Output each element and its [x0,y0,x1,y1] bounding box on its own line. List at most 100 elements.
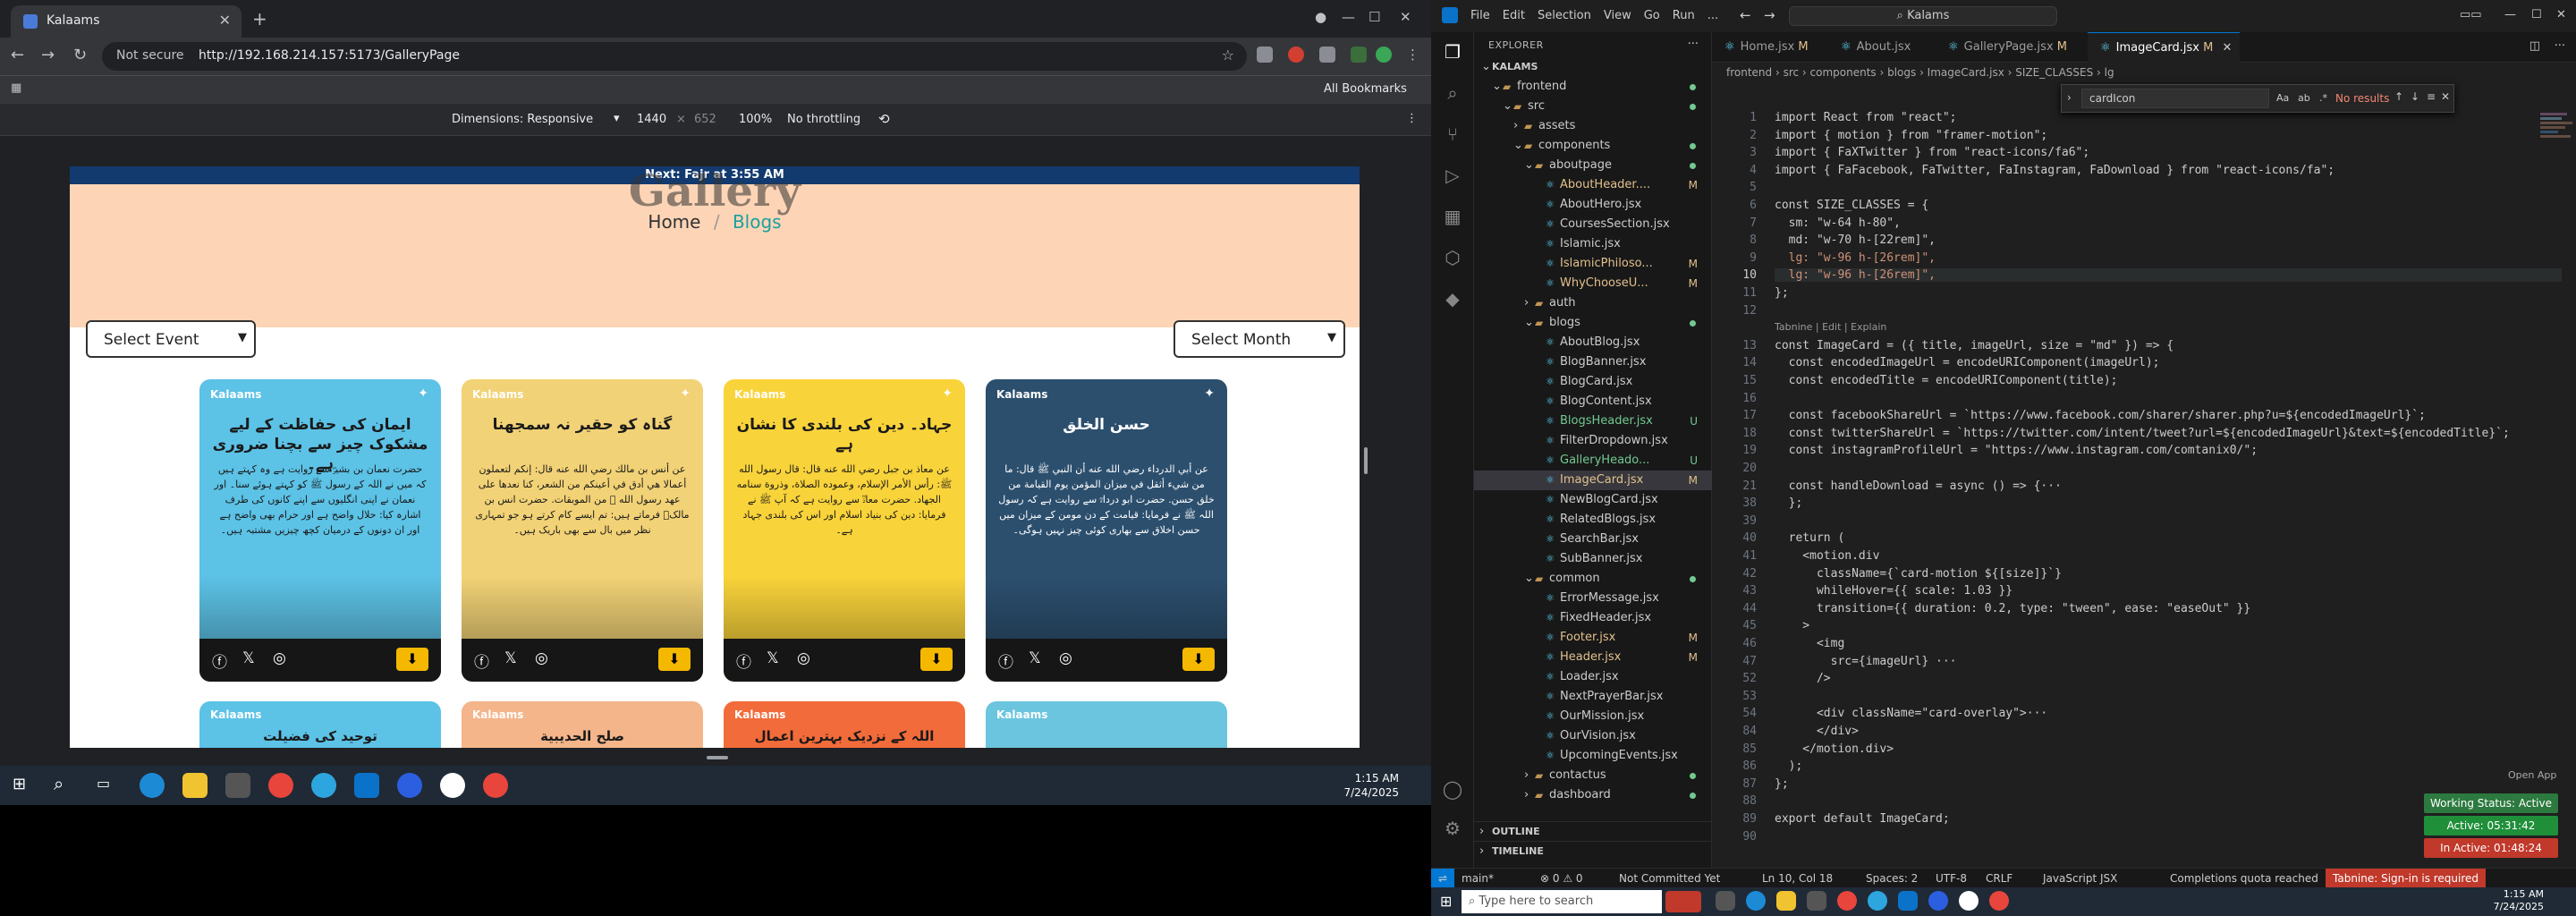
code-line[interactable]: import { FaXTwitter } from "react-icons/… [1775,146,2089,159]
chrome-menu-icon[interactable]: ⋮ [1406,47,1419,63]
completions-quota[interactable]: Completions quota reached [2170,869,2318,888]
regex-icon[interactable]: .* [2319,92,2327,104]
code-line[interactable]: const SIZE_CLASSES = { [1775,199,1928,212]
app-icon[interactable] [1868,891,1887,911]
vscode-icon[interactable] [1898,891,1918,911]
throttling-select[interactable]: No throttling [787,113,860,126]
code-line[interactable]: className={`card-motion ${[size]}`} [1775,567,2062,581]
rotate-icon[interactable]: ⟲ [878,111,890,127]
task-view-icon[interactable] [1716,891,1735,911]
tree-file[interactable]: ⚛ Loader.jsx [1474,667,1712,687]
code-line[interactable]: const encodedTitle = encodeURIComponent(… [1775,374,2118,387]
select-event-dropdown[interactable]: Select Event ▼ [86,320,256,358]
gallery-card[interactable]: Kalaams ✦ ایمان کی حفاظت کے لیے مشکوک چیز … [199,379,441,682]
x-twitter-icon[interactable]: 𝕏 [1029,649,1041,667]
zoom-icon[interactable] [397,773,422,798]
edge-icon[interactable] [1746,891,1766,911]
tree-file[interactable]: ⚛ UpcomingEvents.jsx [1474,746,1712,766]
menu-item[interactable]: Edit [1503,9,1525,22]
code-line[interactable]: </motion.div> [1775,742,1894,756]
tree-folder[interactable]: ⌄ ▰ components [1474,136,1712,156]
new-tab-icon[interactable]: + [252,8,267,30]
gallery-card[interactable]: Kalaams صلح الحدیبیة [462,701,703,748]
code-line[interactable]: <div className="card-overlay">··· [1775,707,2047,720]
menu-item[interactable]: Run [1673,9,1695,22]
windows-start-icon[interactable]: ⊞ [13,775,26,793]
match-case-icon[interactable]: Aa [2276,92,2289,104]
minimize-icon[interactable]: — [1342,9,1355,25]
zoom-icon[interactable] [1928,891,1948,911]
editor-tab[interactable]: ⚛ ImageCard.jsx M ✕ [2088,32,2240,63]
tree-file[interactable]: ⚛ RelatedBlogs.jsx [1474,510,1712,530]
clock[interactable]: 1:15 AM 7/24/2025 [2494,888,2544,913]
facebook-icon[interactable]: ⓕ [212,649,227,672]
editor-breadcrumb[interactable]: frontend › src › components › blogs › Im… [1712,63,2576,82]
tree-file[interactable]: ⚛ OurVision.jsx [1474,726,1712,746]
code-line[interactable]: transition={{ duration: 0.2, type: "twee… [1775,602,2250,615]
tree-file[interactable]: ⚛ SubBanner.jsx [1474,549,1712,569]
browser-tab[interactable]: Kalaams ✕ [11,5,242,38]
download-icon[interactable]: ⬇ [658,648,691,671]
code-line[interactable]: import React from "react"; [1775,111,1957,124]
gallery-card[interactable]: Kalaams ✦ حسن الخلق عن أبي الدرداء رضي الله… [986,379,1227,682]
app-icon[interactable] [440,773,465,798]
maximize-icon[interactable]: ☐ [1368,9,1380,25]
command-center[interactable]: ⌕ Kalams [1789,6,2057,26]
tree-folder[interactable]: ⌄ ▰ blogs [1474,313,1712,333]
profile-icon[interactable]: ● [1315,9,1326,25]
windows-start-icon[interactable]: ⊞ [1440,893,1452,910]
x-twitter-icon[interactable]: 𝕏 [504,649,517,667]
tree-file[interactable]: ⚛ GalleryHeado... U [1474,451,1712,471]
editor-tab[interactable]: ⚛ GalleryPage.jsx M [1936,32,2088,63]
tree-folder[interactable]: › ▰ contactus [1474,766,1712,785]
instagram-icon[interactable]: ◎ [273,649,286,667]
tree-file[interactable]: ⚛ NextPrayerBar.jsx [1474,687,1712,707]
all-bookmarks[interactable]: All Bookmarks [1324,82,1407,96]
viewport-width[interactable]: 1440 [637,113,666,126]
code-line[interactable]: lg: "w-96 h-[26rem]", [1775,251,1936,265]
code-line[interactable]: const encodedImageUrl = encodeURICompone… [1775,356,2160,369]
gear-icon[interactable]: ⚙ [1441,818,1464,841]
download-icon[interactable]: ⬇ [1182,648,1215,671]
minimize-icon[interactable]: — [2504,8,2516,21]
taskbar-search-box[interactable]: ⌕ Type here to search [1462,890,1662,913]
code-line[interactable]: /> [1775,672,1831,685]
tree-file[interactable]: ⚛ IslamicPhiloso... M [1474,254,1712,274]
code-line[interactable]: const facebookShareUrl = `https://www.fa… [1775,409,2426,422]
code-line[interactable]: src={imageUrl} ··· [1775,655,1957,668]
encoding[interactable]: UTF-8 [1936,869,1967,888]
code-line[interactable]: whileHover={{ scale: 1.03 }} [1775,584,2012,598]
menu-item[interactable]: File [1470,9,1490,22]
x-twitter-icon[interactable]: 𝕏 [242,649,255,667]
explorer-more-icon[interactable]: ··· [1688,38,1699,51]
file-explorer-icon[interactable] [1776,891,1796,911]
tree-folder[interactable]: › ▰ assets [1474,116,1712,136]
menu-item[interactable]: Go [1644,9,1660,22]
gallery-card[interactable]: Kalaams ✦ جہاد۔ دین کی بلندی کا نشان ہے عن … [724,379,965,682]
bookmark-star-icon[interactable]: ☆ [1222,47,1234,64]
code-line[interactable]: const instagramProfileUrl = "https://www… [1775,444,2258,457]
close-window-icon[interactable]: ✕ [2556,8,2566,21]
tree-folder[interactable]: ⌄ ▰ src [1474,97,1712,116]
code-line[interactable]: const ImageCard = ({ title, imageUrl, si… [1775,339,2174,352]
tree-file[interactable]: ⚛ NewBlogCard.jsx [1474,490,1712,510]
tree-file[interactable]: ⚛ AboutHero.jsx [1474,195,1712,215]
run-debug-icon[interactable]: ▷ [1441,165,1464,188]
tree-file[interactable]: ⚛ Islamic.jsx [1474,234,1712,254]
forward-icon[interactable]: → [41,46,55,64]
tree-folder[interactable]: › ▰ dashboard [1474,785,1712,805]
timeline-section[interactable]: › TIMELINE [1474,841,1712,861]
find-input[interactable]: cardIcon [2081,89,2269,108]
tree-file[interactable]: ⚛ ImageCard.jsx M [1474,471,1712,490]
minimap[interactable] [2540,111,2576,200]
code-line[interactable]: const handleDownload = async () => {··· [1775,479,2062,493]
instagram-icon[interactable]: ◎ [535,649,548,667]
editor-tab[interactable]: ⚛ About.jsx [1828,32,1936,63]
editor-more-icon[interactable]: ··· [2555,39,2565,53]
zoom-select[interactable]: 100% [739,113,772,126]
apps-grid-icon[interactable]: ▦ [11,81,21,95]
gallery-card[interactable]: Kalaams [986,701,1227,748]
widget-icon[interactable] [1665,891,1701,912]
tree-file[interactable]: ⚛ BlogBanner.jsx [1474,352,1712,372]
codelens[interactable]: Tabnine | Edit | Explain [1775,321,1886,333]
